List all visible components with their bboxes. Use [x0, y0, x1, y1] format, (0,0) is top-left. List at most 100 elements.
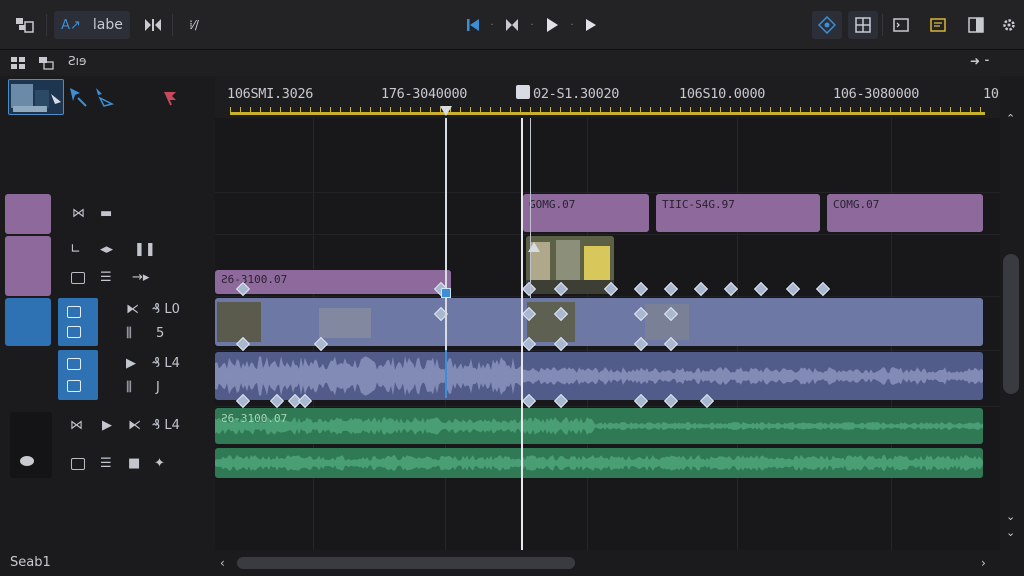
link-icon[interactable]: ⋈	[72, 206, 85, 221]
lock-icon[interactable]: ▬	[100, 206, 112, 221]
scroll-thumb[interactable]	[237, 557, 575, 569]
audio-clip[interactable]: Ƨ6-3100.07	[215, 408, 983, 444]
edit-handle[interactable]	[441, 288, 451, 298]
ruler-tick	[900, 107, 901, 113]
track-color-tag[interactable]	[5, 236, 51, 296]
play-forward-icon[interactable]	[580, 11, 602, 39]
keyframe-marker[interactable]	[633, 281, 649, 297]
ruler-tick	[540, 107, 541, 113]
checkbox-icon[interactable]	[71, 458, 85, 470]
keyframe-marker[interactable]	[723, 281, 739, 297]
workspace-button[interactable]: A↗ labe	[54, 11, 130, 39]
track-header-v2: ∟ ◂▸ ❚❚ ☰ →▸	[0, 236, 215, 296]
ruler-tick	[510, 107, 511, 113]
keyframe-marker[interactable]	[663, 281, 679, 297]
expand-icon[interactable]: ➜ ⁃	[970, 54, 990, 68]
level-icon[interactable]: ⫼	[126, 326, 132, 341]
ruler-tick	[790, 107, 791, 113]
checkbox-icon[interactable]	[67, 380, 81, 392]
list-icon[interactable]: ☰	[100, 456, 112, 471]
secondary-toolbar: Ƨıɘ ➜ ⁃	[0, 50, 1024, 76]
playhead-line[interactable]	[521, 118, 523, 550]
ruler-tick	[390, 107, 391, 113]
clip-thumbnail[interactable]	[8, 79, 64, 115]
playhead-handle[interactable]	[516, 85, 530, 99]
video-clip[interactable]: COMG.07	[827, 194, 983, 232]
ruler-tick	[740, 107, 741, 113]
list-icon[interactable]: ☰	[100, 270, 112, 285]
main-video-clip[interactable]	[215, 298, 983, 346]
track-color-tag[interactable]	[5, 194, 51, 234]
scroll-thumb[interactable]	[1003, 254, 1019, 394]
video-clip[interactable]: TIIC-S4G.97	[656, 194, 820, 232]
ruler-tick	[550, 107, 551, 113]
bins-icon[interactable]	[38, 55, 54, 74]
ruler-tick-label: 106SMI.3026	[227, 86, 314, 102]
workspace-label: labe	[92, 17, 123, 33]
clip-label: Ƨ6-3100.07	[221, 273, 288, 286]
video-clip[interactable]: Ƨ6-3100.07	[215, 270, 451, 294]
media-pool-icon[interactable]	[10, 55, 26, 74]
audio-icon[interactable]: ◂▸	[100, 242, 113, 257]
pause-icon[interactable]: ❚❚	[134, 242, 156, 257]
skip-back-icon[interactable]	[462, 11, 484, 39]
play-track-icon[interactable]: ▶	[126, 356, 136, 371]
scroll-up-icon[interactable]: ⌃	[1006, 112, 1015, 125]
ruler-tick	[960, 107, 961, 113]
checkbox-icon[interactable]	[67, 306, 81, 318]
keyframe-marker[interactable]	[785, 281, 801, 297]
keyframe-marker[interactable]	[753, 281, 769, 297]
layout-icon[interactable]	[10, 11, 40, 39]
keyframe-marker[interactable]	[693, 281, 709, 297]
pin-icon[interactable]: ✦	[154, 456, 165, 471]
target-icon[interactable]	[812, 11, 842, 39]
checkbox-icon[interactable]	[67, 326, 81, 338]
checkbox-icon[interactable]	[67, 358, 81, 370]
link-icon[interactable]: ⋈	[70, 418, 83, 433]
ruler-tick	[640, 107, 641, 113]
dot-separator: ·	[530, 19, 534, 31]
horizontal-scrollbar[interactable]: ‹ ›	[215, 552, 1000, 576]
scroll-left-icon[interactable]: ‹	[220, 556, 225, 570]
message-icon[interactable]	[925, 11, 951, 39]
play-icon[interactable]	[540, 11, 564, 39]
settings-icon[interactable]	[998, 11, 1020, 39]
terminal-icon[interactable]	[888, 11, 914, 39]
track-thumbnail[interactable]	[10, 412, 52, 478]
ruler-tick	[560, 107, 561, 113]
corner-icon[interactable]: ∟	[70, 242, 81, 257]
next-icon[interactable]: ⧔	[128, 418, 141, 433]
split-icon[interactable]	[138, 11, 168, 39]
track-select-button[interactable]	[58, 298, 98, 346]
stop-icon[interactable]: ■	[128, 456, 140, 471]
window-icon[interactable]	[963, 11, 989, 39]
trim-icon[interactable]: ⁞⁄/	[180, 11, 208, 39]
level-icon[interactable]: ⫼	[126, 380, 132, 395]
audio-clip[interactable]	[215, 448, 983, 478]
flag-icon[interactable]	[162, 90, 180, 110]
ruler-tick	[920, 107, 921, 113]
play-icon[interactable]: ▶	[102, 418, 112, 433]
track-color-tag[interactable]	[5, 298, 51, 346]
scroll-down-icon[interactable]: ⌄	[1006, 526, 1015, 539]
step-icon[interactable]	[500, 11, 524, 39]
checkbox-icon[interactable]	[71, 272, 85, 284]
grid-icon[interactable]	[848, 11, 878, 39]
timecode-ruler[interactable]: 106SMI.3026 176-3040000 02-S1.30020 106S…	[215, 76, 1000, 118]
arrow-icon[interactable]: →▸	[132, 270, 149, 285]
trim-tool-icon[interactable]	[92, 86, 115, 112]
select-tool-icon[interactable]	[68, 86, 90, 112]
timeline-tracks[interactable]: GOMG.07 TIIC-S4G.97 COMG.07 Ƨ6-3100.07 Ƨ	[215, 118, 1000, 550]
vertical-scrollbar[interactable]: ⌃ ⌄ ⌄	[1000, 100, 1024, 550]
ruler-tick	[520, 107, 521, 113]
keyframe-marker[interactable]	[815, 281, 831, 297]
audio-clip[interactable]	[215, 352, 983, 400]
ruler-tick	[950, 107, 951, 113]
track-select-button[interactable]	[58, 350, 98, 400]
audio-input-icon[interactable]: ⧔	[126, 302, 139, 317]
video-clip[interactable]: GOMG.07	[523, 194, 649, 232]
scroll-right-icon[interactable]: ›	[981, 556, 986, 570]
scroll-down-icon[interactable]: ⌄	[1006, 510, 1015, 523]
ruler-tick	[780, 107, 781, 113]
ruler-tick-label: 176-3040000	[381, 86, 468, 102]
